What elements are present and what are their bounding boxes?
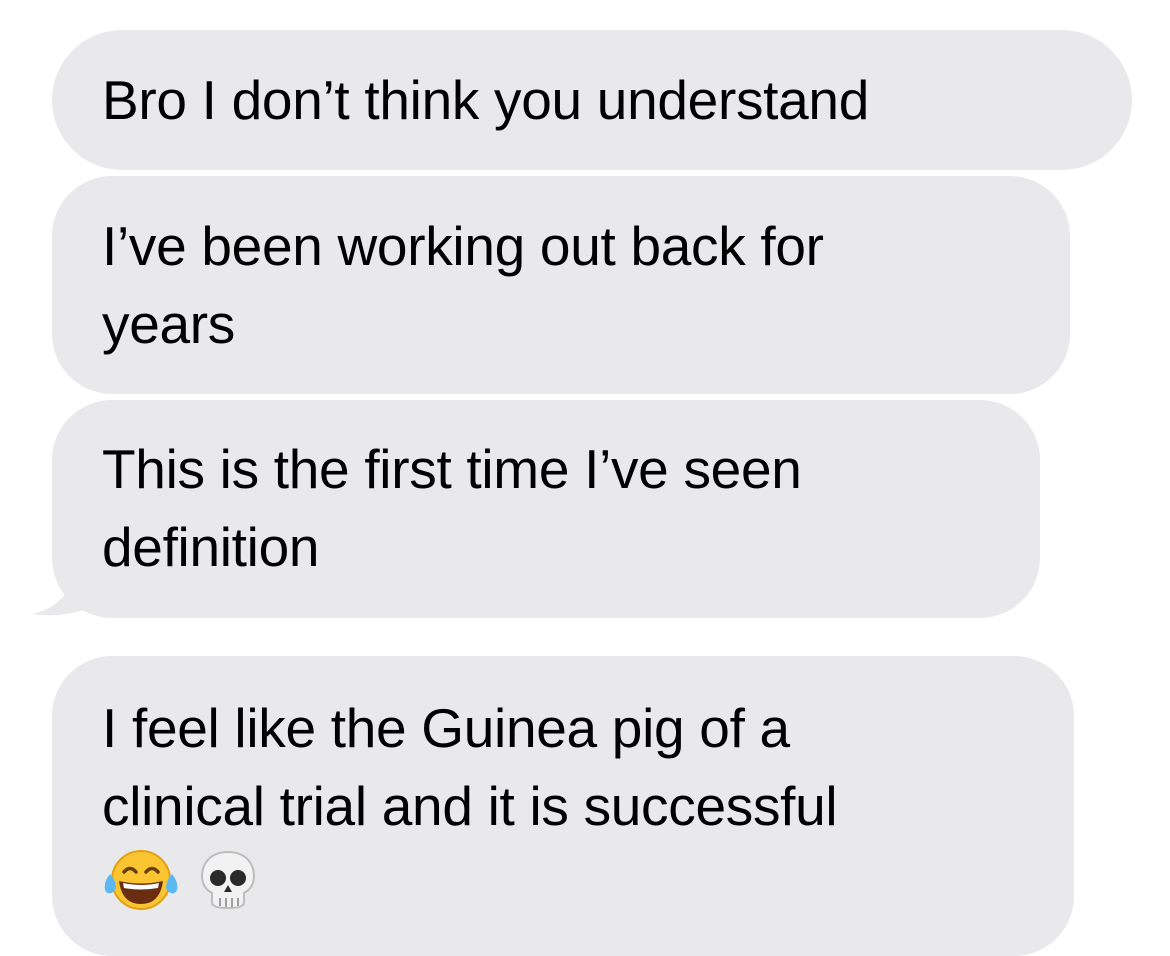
message-text: This is the first time I’ve seen xyxy=(102,438,802,500)
message-text: years xyxy=(102,293,235,355)
message-text: clinical trial and it is successful xyxy=(102,775,838,837)
joy-emoji-icon xyxy=(104,850,178,910)
received-message-bubble[interactable]: Bro I don’t think you understand xyxy=(52,30,1132,170)
message-text: I feel like the Guinea pig of a xyxy=(102,697,790,759)
received-message-bubble[interactable]: This is the first time I’ve seen definit… xyxy=(52,400,1040,618)
received-message-bubble[interactable]: I’ve been working out back for years xyxy=(52,176,1070,394)
message-text: definition xyxy=(102,516,320,578)
emoji-row xyxy=(102,841,1034,919)
message-text: I’ve been working out back for xyxy=(102,215,824,277)
skull-emoji-icon xyxy=(200,850,256,910)
received-message-bubble[interactable]: I feel like the Guinea pig of a clinical… xyxy=(52,656,1074,956)
message-text: Bro I don’t think you understand xyxy=(102,69,870,131)
